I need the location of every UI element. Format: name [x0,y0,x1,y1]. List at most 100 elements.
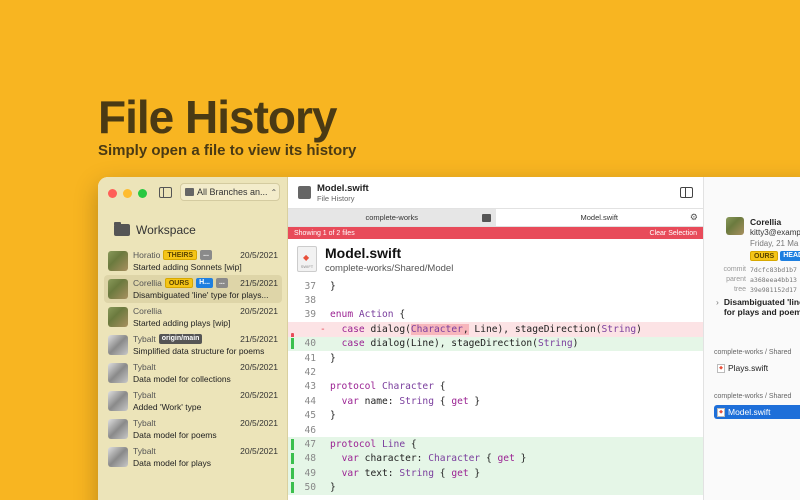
head-badge: H... [196,278,213,288]
branch-select-label: All Branches an... [197,187,268,197]
commit-row[interactable]: Tybalt mainorigin/main 21/5/2021 Simplif… [104,247,709,471]
commit-row[interactable]: Tybalt 20/5/2021 Added 'Work' type [104,387,282,415]
repository-icon [481,213,491,222]
avatar [108,335,128,355]
commit-hash[interactable]: 7dcfc83bd1b7 [750,265,797,275]
inspector-pane: Corellia kitty3@examp Friday, 21 Ma OURS… [703,177,800,500]
code-line: 45} [288,409,703,423]
changed-file-plays-swift[interactable]: ◆ Plays.swift [714,361,800,375]
sidebar-toggle-icon[interactable] [159,187,172,198]
code-line: 44 var name: String { get } [288,394,703,408]
hash-key: tree [733,286,746,293]
inspector-email[interactable]: kitty3@examp [750,228,800,237]
parent-hash[interactable]: a368eea4bb13 [750,275,797,285]
line-number: 37 [304,280,316,292]
code-text: case dialog(Character, Line), stageDirec… [341,323,642,335]
tab-model-swift[interactable]: Model.swift ⚙ [496,209,704,226]
code-line: 42 [288,365,703,379]
folder-icon [114,222,130,236]
commit-row[interactable]: Corellia 20/5/2021 Started adding plays … [104,303,282,331]
commit-message: Data model for plays [133,458,211,468]
commit-message: Disambiguated 'line' type for plays and … [723,297,800,317]
code-line: 43 protocol Character { [288,380,703,394]
file-header: SWIFT Model.swift complete-works/Shared/… [288,239,703,279]
toolbar-title: Model.swift [317,182,369,194]
commit-author: Corellia [133,306,162,316]
more-badge: ... [200,250,212,260]
commit-author: Horatio [133,250,161,260]
swift-file-icon: ◆ [717,407,725,417]
hash-key: commit [723,266,746,273]
ours-badge: OURS [750,251,779,261]
commit-date: 20/5/2021 [240,418,278,428]
commit-hashes: commit 7dcfc83bd1b7 parent a368eea4bb13 tr… [720,265,797,295]
commit-date: 20/5/2021 [240,362,278,372]
branch-select[interactable]: All Branches an... ⌃⌄ [180,183,280,201]
inspector-author: Corellia [750,217,782,227]
commit-message-disclosure[interactable]: › Disambiguated 'line' type for plays an… [716,297,800,317]
code-text: } [330,482,336,494]
chevron-right-icon: › [716,297,719,307]
commit-row[interactable]: Horatio THEIRS... 20/5/2021 Started addi… [104,247,282,275]
commit-date: 20/5/2021 [240,250,278,260]
zoom-window-button[interactable] [138,189,147,198]
clear-selection-button[interactable]: Clear Selection [650,230,697,237]
file-group-label: complete-works / Shared [714,393,792,400]
main-pane: Model.swift File History complete-works … [288,177,703,500]
commit-row[interactable]: Tybalt 20/5/2021 Data model for poems [104,415,282,443]
gear-icon[interactable]: ⚙ [690,212,698,223]
minimize-window-button[interactable] [123,189,132,198]
line-number: 47 [288,438,320,450]
banner-text: Showing 1 of 2 files [294,229,355,237]
code-text: var text: String { get } [341,467,481,479]
workspace-label: Workspace [136,223,196,237]
close-window-button[interactable] [108,189,117,198]
inspector-badges: OURS HEAD [750,251,800,261]
tree-hash[interactable]: 39e981152d17 [750,285,797,295]
commit-author: Tybalt [133,418,156,428]
chevron-updown-icon: ⌃⌄ [270,187,279,197]
code-line: 41} [288,351,703,365]
inspector-date: Friday, 21 Ma [750,239,799,248]
app-window: All Branches an... ⌃⌄ Workspace Horatio … [98,177,800,500]
code-diff: 37} 38 39 enum Action {- case dialog(Charac… [288,279,703,495]
commit-author: Tybalt [133,446,156,456]
code-text: var name: String { get } [341,395,481,407]
code-line: - case dialog(Character, Line), stageDir… [288,322,703,340]
commit-date: 20/5/2021 [240,446,278,456]
commit-author: Corellia [133,278,162,288]
commit-date: 20/5/2021 [240,390,278,400]
tab-complete-works[interactable]: complete-works [288,209,496,226]
code-line: 37} [288,279,703,293]
code-line: 40 case dialog(Line), stageDirection(Str… [288,336,703,351]
code-text: protocol Character { [330,381,446,393]
file-path: complete-works/Shared/Model [325,262,454,274]
code-text: var character: Character { get } [341,453,527,465]
line-number: 39 [304,309,316,321]
code-text: enum Action { [330,309,406,321]
commit-message: Data model for collections [133,374,231,384]
layout-toggle-icon[interactable] [680,187,693,198]
code-text: case dialog(Line), stageDirection(String… [341,338,579,350]
commit-row[interactable]: Tybalt 20/5/2021 Data model for collecti… [104,359,282,387]
code-text: protocol Line { [330,438,417,450]
commit-date: 21/5/2021 [240,278,278,288]
changed-file-name: Model.swift [728,407,771,417]
avatar [726,217,744,235]
commit-row[interactable]: Corellia OURS H...... 21/5/2021 Disambigu… [104,275,282,303]
commit-row[interactable]: Tybalt 20/5/2021 Data model for plays [104,443,282,471]
line-number: 41 [304,352,316,364]
changed-file-name: Plays.swift [728,363,769,373]
commit-author: Tybalt [133,390,156,400]
head-badge: HEAD [780,251,800,261]
avatar [108,251,128,271]
origin-badge: origin/main [158,334,203,344]
file-name: Model.swift [325,244,402,261]
changed-file-model-swift[interactable]: ◆ Model.swift [714,405,800,419]
line-number: 48 [288,453,320,465]
commit-date: 20/5/2021 [240,306,278,316]
workspace-header[interactable]: Workspace [114,222,196,237]
line-number: 45 [304,410,316,422]
code-line: 46 [288,423,703,437]
swift-file-icon: ◆ [717,363,725,373]
